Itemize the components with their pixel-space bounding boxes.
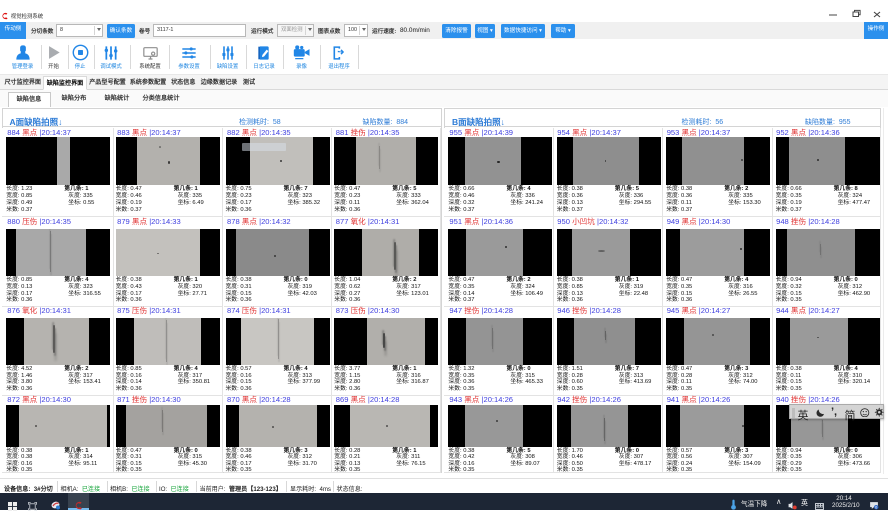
svg-text:6: 6 [875, 505, 877, 510]
